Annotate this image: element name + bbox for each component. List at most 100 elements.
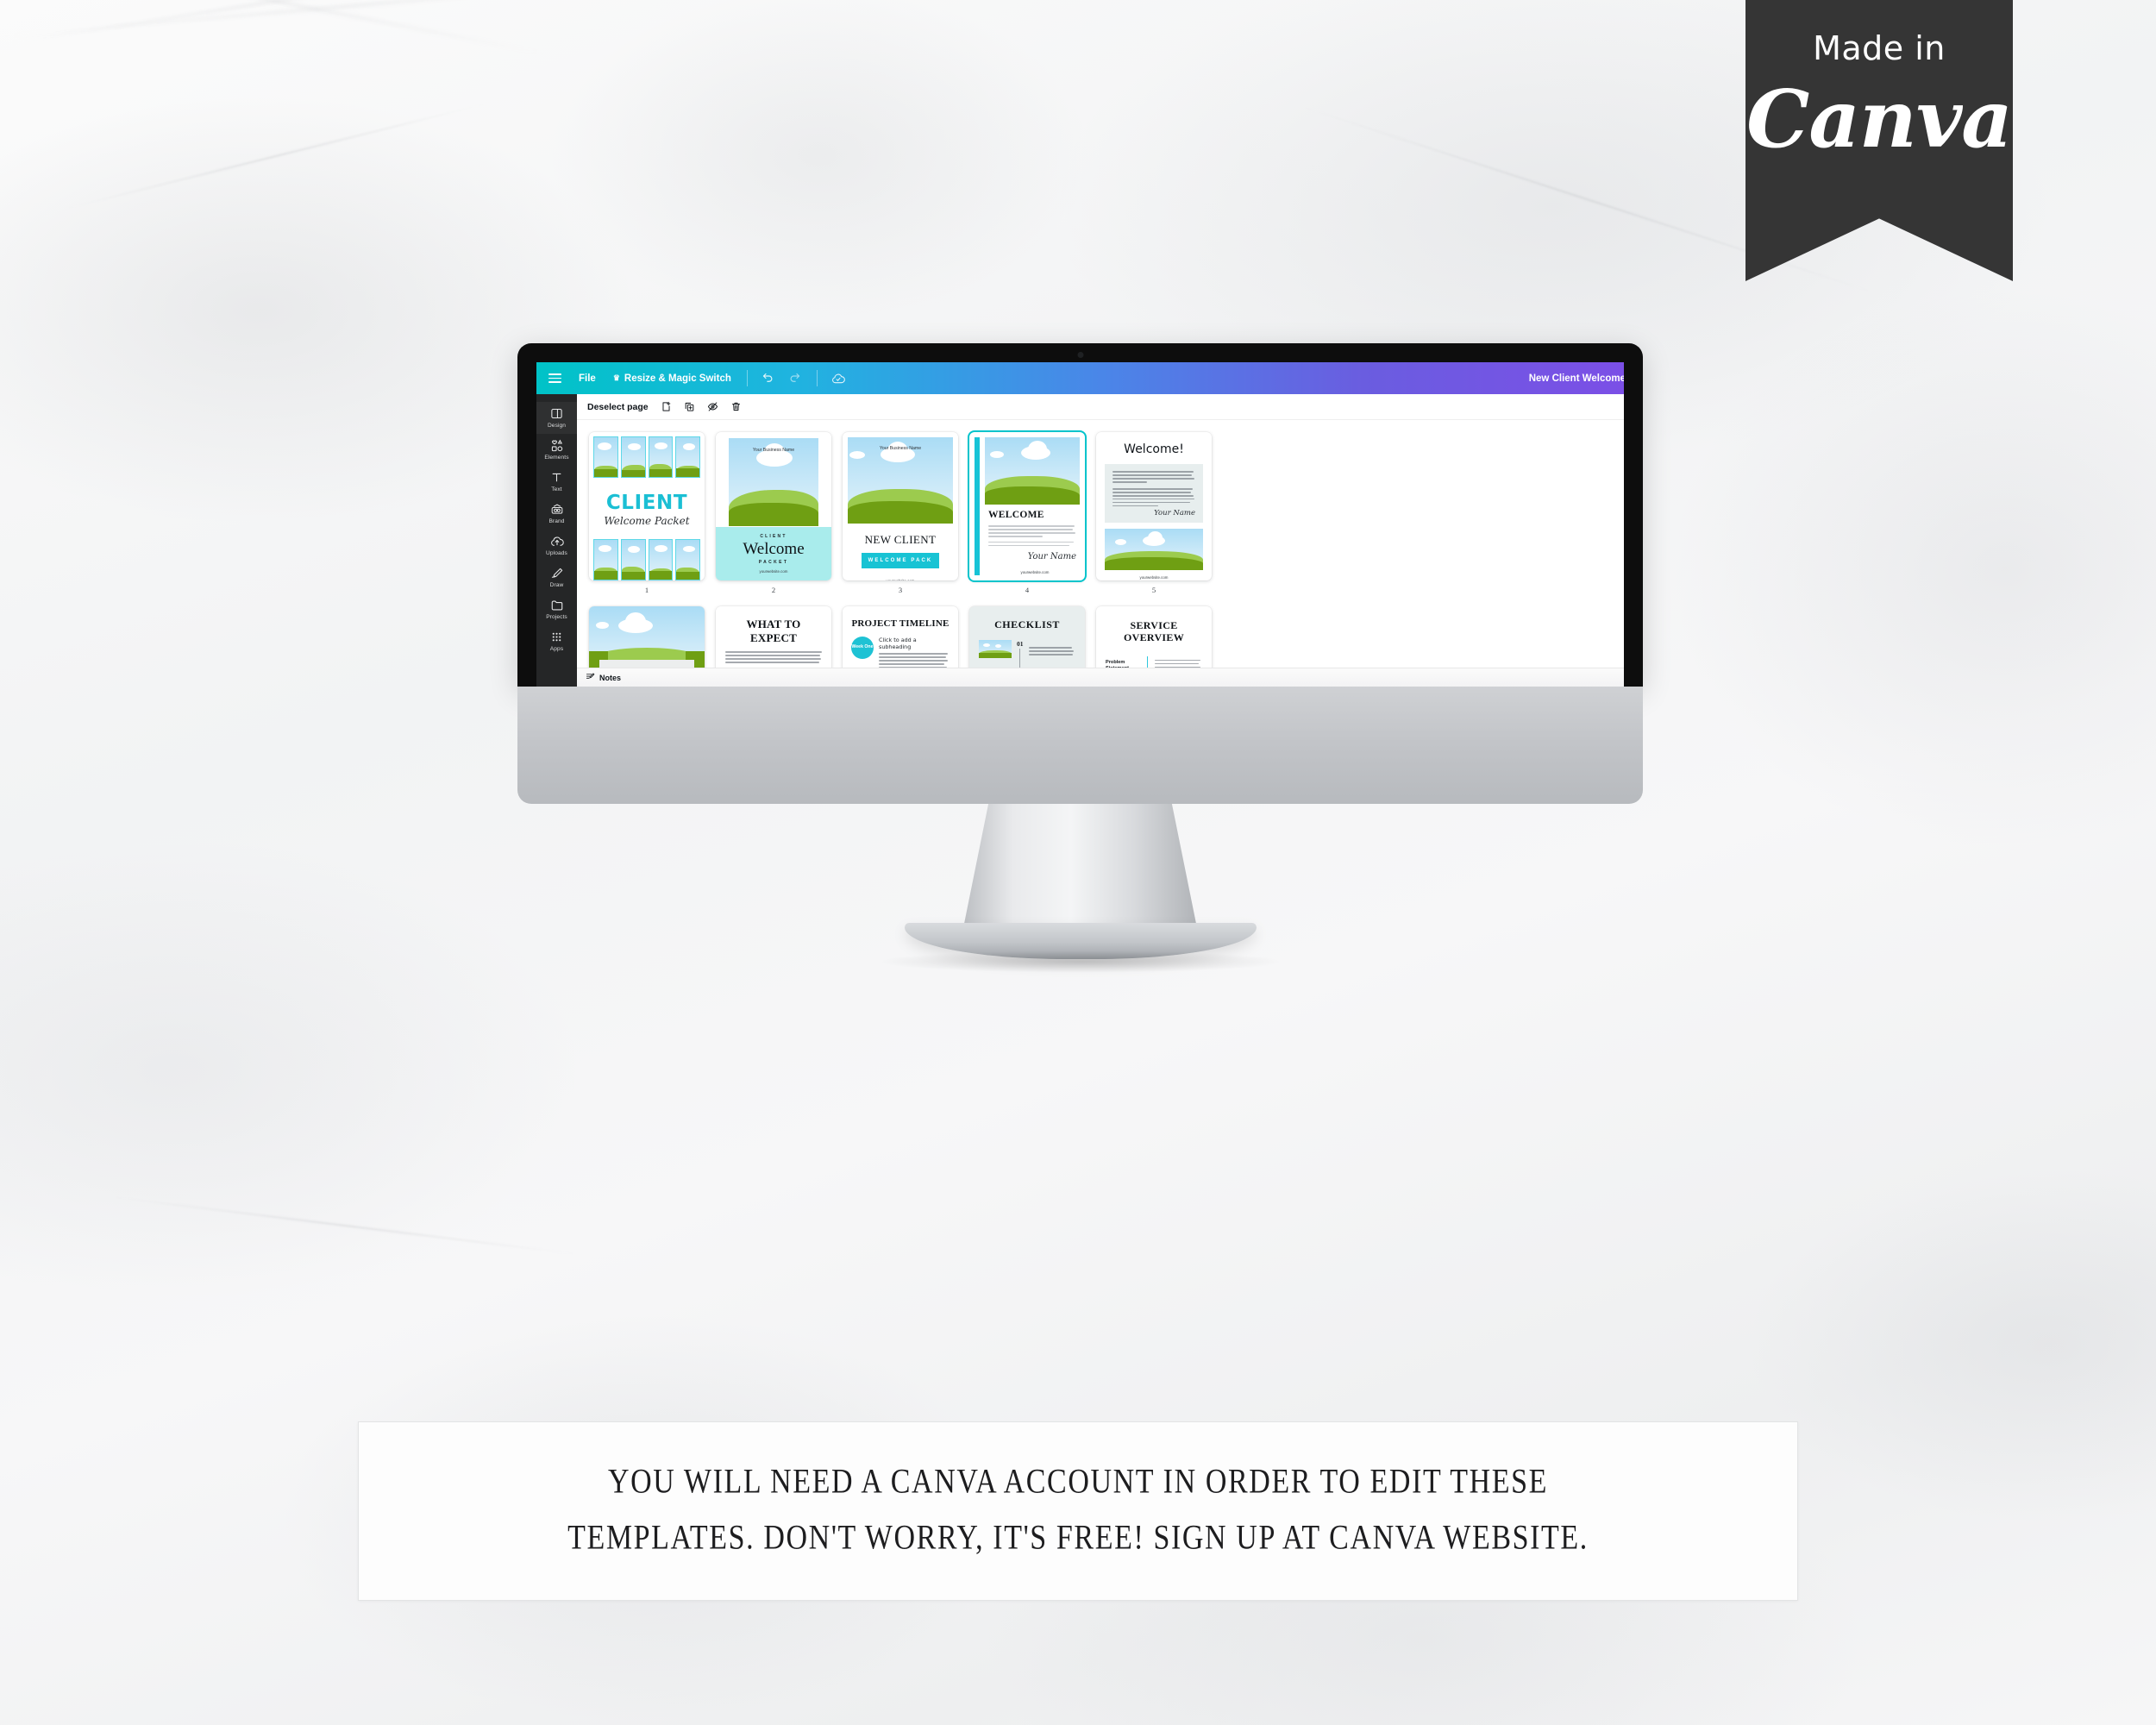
elements-icon [549,438,564,453]
file-menu-button[interactable]: File [579,373,596,384]
page-grid-row: Our Mission [589,606,1624,668]
webcam-icon [1077,352,1083,358]
cloud-check-icon[interactable] [831,372,845,386]
p4-hero-image [985,437,1080,505]
sidebar-item-design[interactable]: Design [536,402,577,434]
hamburger-icon[interactable] [548,373,561,384]
canva-editor-screen: File ♛ Resize & Magic Switch New Client … [536,362,1624,687]
p3-cta-button[interactable]: WELCOME PACK [862,553,939,568]
sidebar-item-text[interactable]: Text [536,466,577,498]
duplicate-page-icon[interactable] [684,401,695,412]
page-thumbnail-4[interactable]: WELCOME Your Name yourwebsite.com [969,432,1085,580]
sidebar-label: Text [551,486,562,492]
p5-text-block: Your Name [1105,464,1203,524]
p1-subtitle: Welcome Packet [604,515,690,527]
add-page-icon[interactable] [661,401,672,412]
p3-business-name: Your Business Name [879,446,922,451]
page-cell: Your Business Name NEW CLIENT WELCOME PA… [843,432,958,594]
p4-title: WELCOME [988,510,1044,520]
page-cell: WHAT TO EXPECT BEFORE WE START [716,606,831,668]
canva-topbar: File ♛ Resize & Magic Switch New Client … [536,362,1624,394]
page-thumbnail-3[interactable]: Your Business Name NEW CLIENT WELCOME PA… [843,432,958,580]
p10-row-label: Problem Statement [1106,659,1129,668]
page-thumbnail-7[interactable]: WHAT TO EXPECT BEFORE WE START [716,606,831,668]
notes-bar[interactable]: Notes [577,668,1624,687]
page-thumbnail-1[interactable]: CLIENT Welcome Packet [589,432,705,580]
sidebar-label: Apps [549,646,564,652]
redo-icon[interactable] [788,372,801,385]
p4-accent-bar [975,437,980,575]
page-cell: WELCOME Your Name yourwebsite.com 4 [969,432,1085,594]
p9-title: CHECKLIST [994,618,1060,630]
design-icon [549,406,564,421]
file-menu-label: File [579,373,596,384]
sidebar-label: Draw [549,582,564,588]
editor-body: Design Elements Text Brand Uploads Draw … [536,394,1624,687]
left-sidebar: Design Elements Text Brand Uploads Draw … [536,394,577,687]
resize-magic-switch-button[interactable]: ♛ Resize & Magic Switch [613,373,731,384]
p1-top-strip [589,432,705,482]
page-thumbnail-8[interactable]: PROJECT TIMELINE Week One Click to add a… [843,606,958,668]
page-number: 5 [1151,586,1156,594]
imac-monitor-mockup: File ♛ Resize & Magic Switch New Client … [517,343,1643,973]
page-thumbnail-2[interactable]: Your Business Name CLIENT Welcome PACKET… [716,432,831,580]
deselect-page-button[interactable]: Deselect page [587,402,649,412]
caption-box: YOU WILL NEED A CANVA ACCOUNT IN ORDER T… [358,1421,1798,1601]
notes-pencil-icon [586,670,595,686]
page-cell: SERVICE OVERVIEW Problem Statement Probl… [1096,606,1212,668]
p2-title: Welcome [743,540,805,558]
p8-step-badge: Week One [851,637,874,659]
sidebar-item-uploads[interactable]: Uploads [536,530,577,561]
badge-made-in-label: Made in [1813,29,1946,67]
p9-item-number: 01 [1017,640,1024,648]
page-grid[interactable]: CLIENT Welcome Packet 1 Your Business Na… [577,420,1624,668]
crown-icon: ♛ [612,373,620,382]
page-thumbnail-9[interactable]: CHECKLIST 01 [969,606,1085,668]
p7-title: WHAT TO EXPECT [746,618,801,644]
document-title[interactable]: New Client Welcome [1529,373,1624,384]
page-thumbnail-6[interactable]: Our Mission [589,606,705,668]
hide-page-icon[interactable] [707,401,718,412]
sidebar-label: Elements [544,455,569,461]
projects-icon [549,598,564,612]
page-cell: Welcome! Your Name yourwebsite.com 5 [1096,432,1212,594]
page-thumbnail-10[interactable]: SERVICE OVERVIEW Problem Statement Probl… [1096,606,1212,668]
monitor-shadow [877,950,1283,973]
p2-business-name: Your Business Name [752,448,795,453]
page-cell: Your Business Name CLIENT Welcome PACKET… [716,432,831,594]
p4-signature: Your Name [1027,552,1076,562]
notes-label: Notes [599,673,622,682]
page-number: 2 [771,586,776,594]
p8-subheading: Click to add a subheading [879,637,917,650]
delete-page-icon[interactable] [730,401,742,412]
p2-website: yourwebsite.com [759,569,788,574]
p6-card: Our Mission [599,660,694,668]
uploads-icon [549,534,564,549]
sidebar-item-brand[interactable]: Brand [536,498,577,530]
p5-website: yourwebsite.com [1139,575,1169,580]
caption-line-2: TEMPLATES. DON'T WORRY, IT'S FREE! SIGN … [567,1519,1589,1558]
p5-hero-image [1105,529,1203,571]
text-icon [549,470,564,485]
sidebar-item-draw[interactable]: Draw [536,561,577,593]
sidebar-label: Brand [548,518,565,524]
monitor-chin [517,687,1643,804]
p10-title-line2: OVERVIEW [1124,631,1184,644]
p10-divider [1147,656,1149,668]
page-cell: CLIENT Welcome Packet 1 [589,432,705,594]
p2-eyebrow: CLIENT [760,534,787,539]
page-thumbnail-5[interactable]: Welcome! Your Name yourwebsite.com [1096,432,1212,580]
sidebar-label: Design [547,423,567,429]
p1-title: CLIENT [605,492,688,514]
monitor-bezel: File ♛ Resize & Magic Switch New Client … [517,343,1643,687]
page-number: 3 [898,586,903,594]
page-cell: Our Mission [589,606,705,668]
sidebar-item-elements[interactable]: Elements [536,434,577,466]
sidebar-item-apps[interactable]: Apps [536,625,577,657]
sidebar-item-projects[interactable]: Projects [536,593,577,625]
p3-title: NEW CLIENT [864,533,937,546]
p5-signature: Your Name [1154,509,1195,518]
toolbar-divider [816,370,818,386]
undo-icon[interactable] [761,372,774,385]
draw-icon [549,566,564,580]
